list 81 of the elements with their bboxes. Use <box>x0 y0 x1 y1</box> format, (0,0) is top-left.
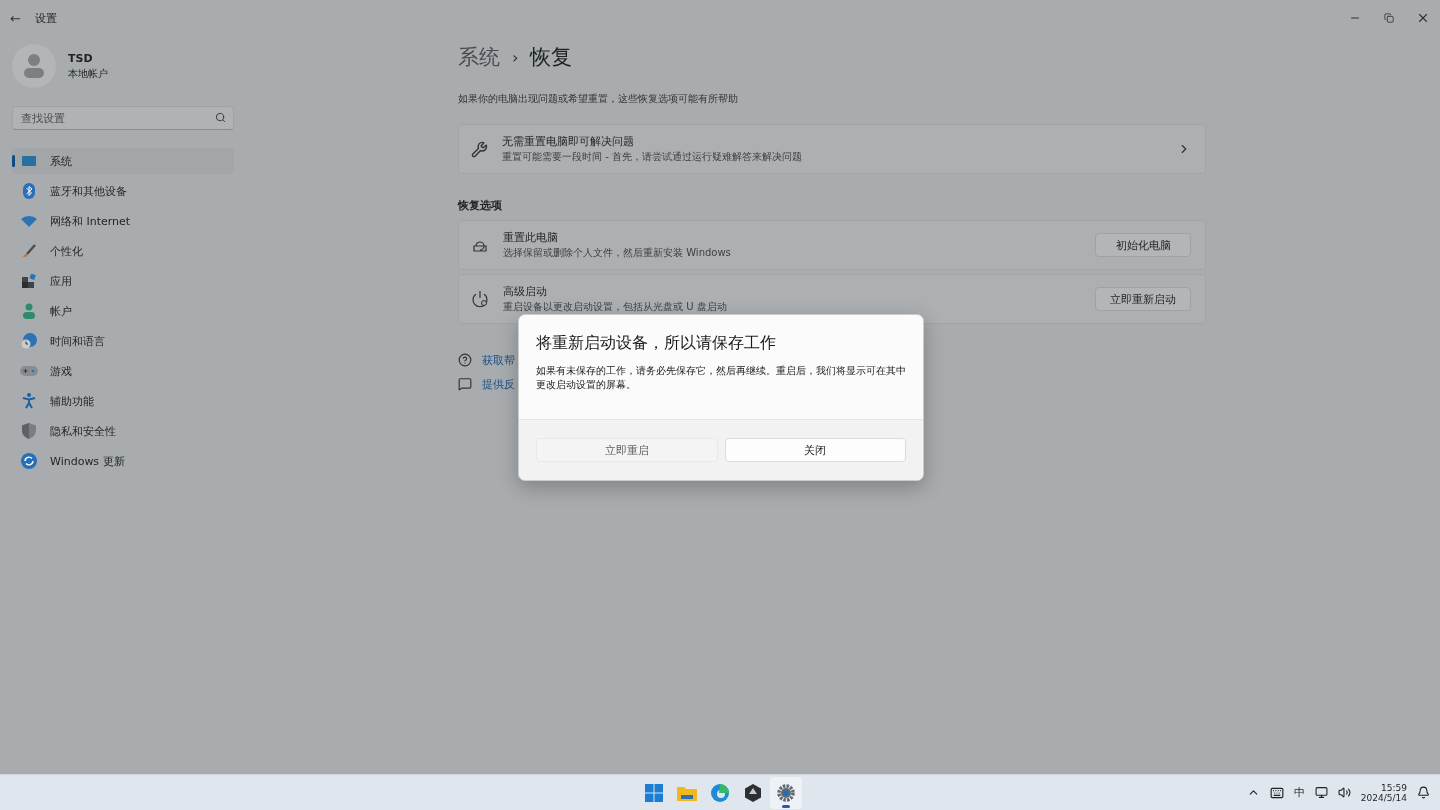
sidebar-label: 应用 <box>50 273 72 289</box>
help-link[interactable]: 获取帮 <box>482 352 515 368</box>
avatar <box>12 44 56 88</box>
section-title: 恢复选项 <box>458 198 503 213</box>
option-title: 重置此电脑 <box>503 230 559 245</box>
search-field[interactable]: 查找设置 <box>12 106 234 130</box>
sidebar-label: 游戏 <box>50 363 72 379</box>
taskbar-app[interactable] <box>770 776 802 809</box>
clock-date[interactable]: 2024/5/14 <box>1360 792 1407 803</box>
account-type: 本地帐户 <box>68 66 108 81</box>
sidebar-item[interactable]: 游戏 <box>12 358 234 384</box>
sidebar-label: Windows 更新 <box>50 453 125 469</box>
person-icon <box>22 303 36 319</box>
sidebar-label: 个性化 <box>50 243 83 259</box>
selection-indicator <box>12 155 15 167</box>
monitor-icon <box>21 155 37 167</box>
running-indicator <box>782 804 790 808</box>
dialog-message: 如果有未保存的工作，请务必先保存它，然后再继续。重启后，我们将显示可在其中更改启动设置的屏幕。 <box>536 364 906 392</box>
shield-icon <box>22 423 36 439</box>
wifi-icon <box>21 215 37 227</box>
volume-icon[interactable] <box>1337 786 1351 799</box>
start-icon <box>645 783 663 802</box>
dialog-button[interactable]: 立即重启 <box>536 438 718 462</box>
sidebar-item[interactable]: Windows 更新 <box>12 448 234 474</box>
back-button[interactable]: ← <box>10 10 21 26</box>
sidebar-label: 隐私和安全性 <box>50 423 116 439</box>
wrench-icon <box>471 140 488 158</box>
option-subtitle: 选择保留或删除个人文件，然后重新安装 Windows <box>503 246 731 260</box>
sidebar-item[interactable]: 辅助功能 <box>12 388 234 414</box>
sidebar-label: 蓝牙和其他设备 <box>50 183 127 199</box>
sidebar-label: 帐户 <box>50 303 72 319</box>
breadcrumb-parent[interactable]: 系统 <box>458 43 500 71</box>
apps-icon <box>22 274 36 288</box>
page-title: 恢复 <box>530 44 573 71</box>
ime-indicator[interactable]: 中 <box>1293 785 1305 800</box>
cube-icon <box>744 783 762 802</box>
sidebar-item[interactable]: 帐户 <box>12 298 234 324</box>
search-icon <box>215 112 226 123</box>
help-link[interactable]: 提供反 <box>482 376 515 392</box>
sidebar-item[interactable]: 应用 <box>12 268 234 294</box>
restore-icon <box>1384 13 1394 23</box>
option-title: 高级启动 <box>503 284 548 299</box>
breadcrumb-separator: › <box>512 47 519 67</box>
option-button[interactable]: 立即重新启动 <box>1095 287 1191 311</box>
option-button[interactable]: 初始化电脑 <box>1095 233 1191 257</box>
window-title: 设置 <box>34 10 57 26</box>
sidebar-label: 网络和 Internet <box>50 213 131 229</box>
dialog-button[interactable]: 关闭 <box>724 438 906 462</box>
sidebar-label: 辅助功能 <box>50 393 94 409</box>
sidebar-item[interactable]: 网络和 Internet <box>12 208 234 234</box>
monitor-icon[interactable] <box>1314 786 1328 799</box>
sidebar-item[interactable]: 隐私和安全性 <box>12 418 234 444</box>
clock-time[interactable]: 15:59 <box>1381 782 1407 793</box>
brush-icon <box>22 244 36 258</box>
folder-icon <box>677 784 697 801</box>
sidebar-item[interactable]: 蓝牙和其他设备 <box>12 178 234 204</box>
browser-icon <box>711 783 729 802</box>
keyboard-icon[interactable] <box>1269 785 1284 800</box>
sidebar-item[interactable]: 系统 <box>12 148 234 174</box>
sidebar-item[interactable]: 时间和语言 <box>12 328 234 354</box>
card-title: 无需重置电脑即可解决问题 <box>502 134 635 149</box>
dialog-title: 将重新启动设备，所以请保存工作 <box>536 333 777 354</box>
settings-icon <box>777 783 795 802</box>
close-icon <box>1416 11 1430 25</box>
intro-text: 如果你的电脑出现问题或希望重置，这些恢复选项可能有所帮助 <box>458 92 739 106</box>
sidebar-item[interactable]: 个性化 <box>12 238 234 264</box>
bluetooth-icon <box>23 183 35 199</box>
sidebar-label: 时间和语言 <box>50 333 105 349</box>
globe-clock-icon <box>21 333 37 349</box>
card-subtitle: 重置可能需要一段时间 - 首先，请尝试通过运行疑难解答来解决问题 <box>502 150 802 164</box>
update-icon <box>21 453 37 469</box>
sidebar-label: 系统 <box>50 153 72 169</box>
bell-icon[interactable] <box>1417 786 1430 799</box>
gamepad-icon <box>20 366 38 376</box>
option-subtitle: 重启设备以更改启动设置，包括从光盘或 U 盘启动 <box>503 300 727 314</box>
feedback-icon <box>458 377 472 391</box>
accessibility-icon <box>22 393 36 409</box>
help-icon <box>458 353 472 367</box>
power-gear-icon <box>471 290 489 308</box>
user-name: TSD <box>68 51 94 65</box>
troubleshoot-card[interactable]: 无需重置电脑即可解决问题 重置可能需要一段时间 - 首先，请尝试通过运行疑难解答来解决问题 <box>458 124 1206 174</box>
